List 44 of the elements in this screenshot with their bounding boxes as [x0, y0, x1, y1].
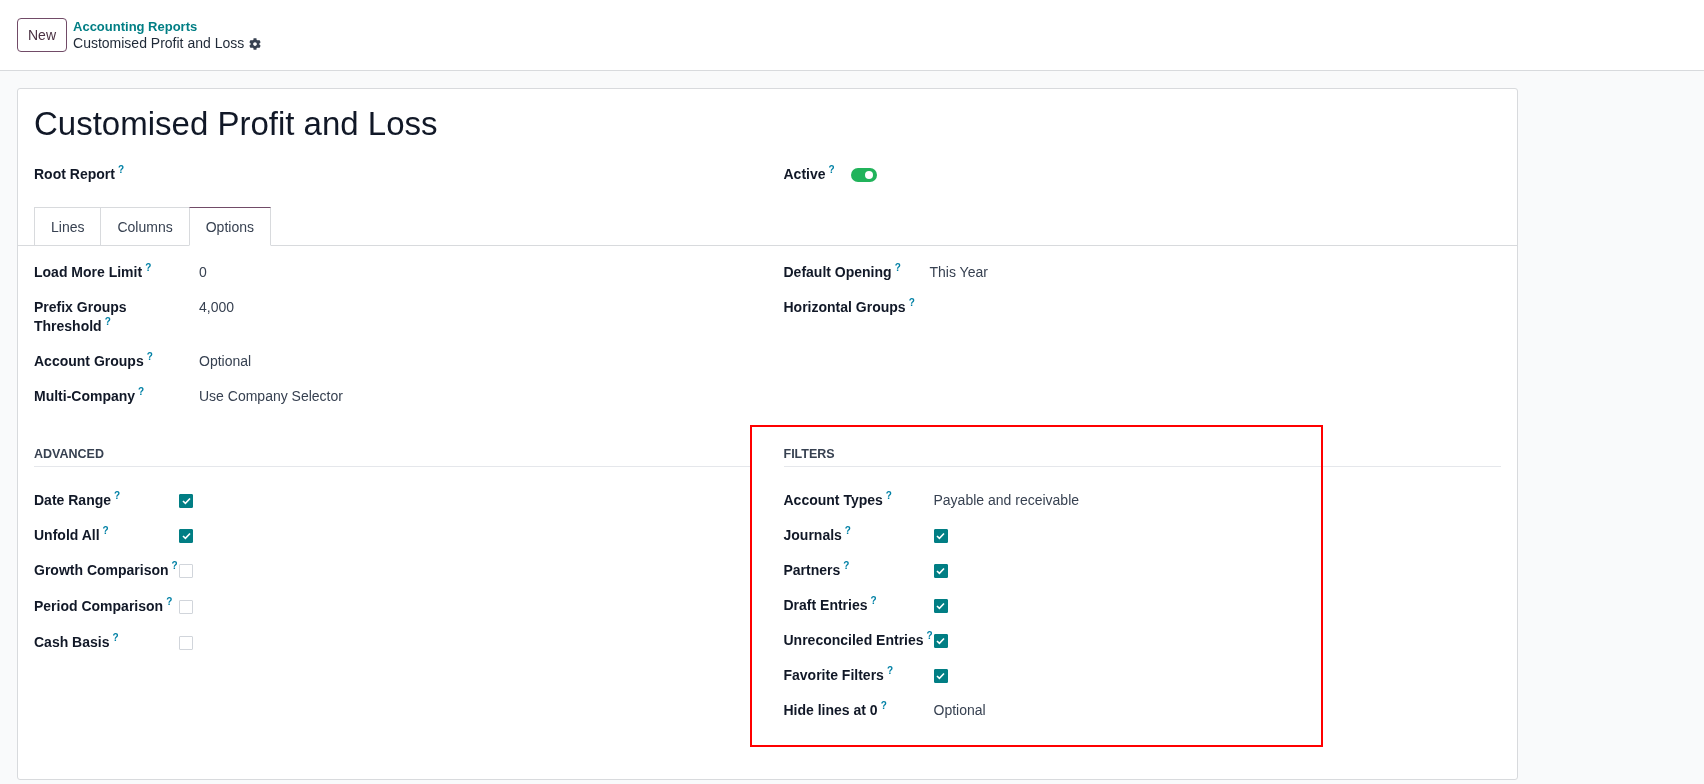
field-label: Prefix Groups Threshold $^{?}$	[34, 298, 128, 336]
field-label: Hide lines at 0 $^{?}$	[783, 701, 888, 720]
field-label: Date Range $^{?}$	[34, 491, 122, 510]
active-toggle[interactable]	[850, 168, 877, 182]
section-title: FILTERS	[783, 447, 1501, 467]
checkbox[interactable]	[933, 634, 948, 648]
field-value[interactable]: Use Company Selector	[199, 387, 752, 406]
field-label: Account Groups $^{?}$	[34, 352, 154, 371]
checkbox[interactable]	[179, 494, 193, 508]
field-label: Account Types $^{?}$	[783, 491, 893, 510]
field-label: Unreconciled Entries $^{?}$	[783, 631, 934, 650]
tab[interactable]: Lines	[34, 207, 102, 246]
field-value[interactable]: 0	[199, 263, 752, 282]
field-label: Root Report $^{?}$	[34, 166, 124, 182]
field-value[interactable]: This Year	[929, 263, 1501, 282]
field-label: Unfold All $^{?}$	[34, 526, 110, 545]
field-label: Load More Limit $^{?}$	[34, 263, 153, 282]
settings-icon[interactable]	[249, 37, 262, 50]
field-value[interactable]: Optional	[933, 701, 1501, 720]
checkbox[interactable]	[933, 599, 948, 613]
field-label: Partners $^{?}$	[783, 561, 851, 580]
breadcrumb-link[interactable]: Accounting Reports	[73, 18, 262, 35]
section-title: ADVANCED	[34, 447, 752, 467]
field-label: Cash Basis $^{?}$	[34, 633, 120, 652]
field-label: Multi-Company $^{?}$	[34, 387, 146, 406]
field-label: Active $^{?}$	[783, 165, 835, 184]
field-value[interactable]: Payable and receivable	[933, 491, 1501, 510]
breadcrumb-current: Customised Profit and Loss	[73, 35, 245, 52]
field-label: Period Comparison $^{?}$	[34, 597, 174, 616]
checkbox[interactable]	[933, 669, 948, 683]
checkbox[interactable]	[179, 529, 193, 543]
tab[interactable]: Options	[188, 207, 271, 246]
field-label: Horizontal Groups $^{?}$	[783, 298, 916, 317]
field-label: Default Opening $^{?}$	[783, 263, 902, 282]
record-title: Customised Profit and Loss	[34, 104, 439, 144]
field-label: Favorite Filters $^{?}$	[783, 666, 894, 685]
field-value[interactable]: Optional	[199, 352, 752, 371]
checkbox[interactable]	[933, 529, 948, 543]
field-label: Growth Comparison $^{?}$	[34, 561, 179, 580]
checkbox[interactable]	[933, 564, 948, 578]
field-value[interactable]: 4,000	[199, 298, 752, 317]
new-button[interactable]: New	[17, 18, 67, 52]
field-label: Journals $^{?}$	[783, 526, 852, 545]
field-label: Draft Entries $^{?}$	[783, 596, 878, 615]
